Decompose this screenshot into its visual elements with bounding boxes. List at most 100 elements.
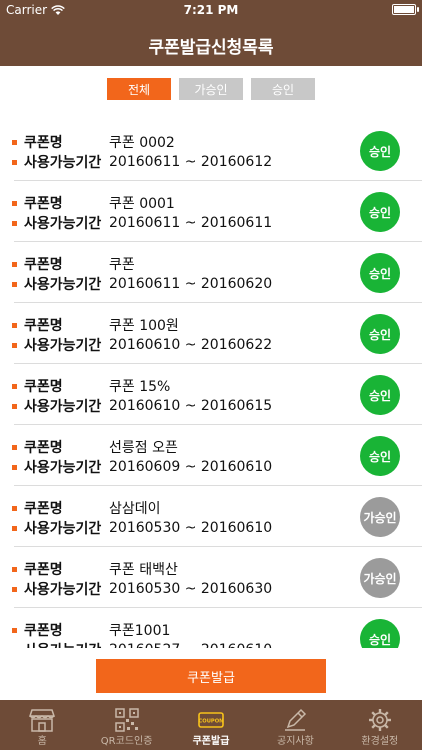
bullet-marker — [12, 322, 17, 328]
coupon-period-label: 사용가능기간 — [24, 277, 102, 293]
coupon-period-label: 사용가능기간 — [24, 338, 102, 354]
bullet-marker — [12, 159, 17, 165]
tab-qr-auth[interactable]: QR코드인증 — [84, 700, 168, 750]
coupon-name-label: 쿠폰명 — [24, 562, 63, 578]
coupon-name-label: 쿠폰명 — [24, 196, 63, 212]
coupon-period-line: 사용가능기간 20160610 ~ 20160615 — [0, 396, 360, 416]
coupon-period-line: 사용가능기간 20160610 ~ 20160622 — [0, 335, 360, 355]
status-badge[interactable]: 승인 — [360, 436, 400, 476]
coupon-period-value: 20160609 ~ 20160610 — [109, 459, 273, 475]
status-badge[interactable]: 승인 — [360, 375, 400, 415]
coupon-period-value: 20160530 ~ 20160630 — [109, 581, 273, 597]
status-time: 7:21 PM — [183, 3, 239, 17]
tab-notice[interactable]: 공지사항 — [253, 700, 337, 750]
bullet-marker — [12, 505, 17, 511]
coupon-row[interactable]: 쿠폰명 쿠폰1001 사용가능기간 20160527 ~ 20160610 승인 — [0, 608, 422, 648]
coupon-icon-text: COUPON — [199, 719, 224, 725]
filter-approved-button[interactable]: 승인 — [251, 78, 315, 100]
bullet-marker — [12, 261, 17, 267]
coupon-list[interactable]: 쿠폰명 쿠폰 0002 사용가능기간 20160611 ~ 20160612 승인 쿠폰명… — [0, 120, 422, 648]
coupon-row[interactable]: 쿠폰명 쿠폰 0001 사용가능기간 20160611 ~ 20160611 승인 — [0, 181, 422, 242]
coupon-name-value: 쿠폰1001 — [109, 623, 171, 639]
tab-qr-auth-label: QR코드인증 — [100, 736, 153, 747]
bullet-marker — [12, 139, 17, 145]
coupon-name-line: 쿠폰명 쿠폰 15% — [0, 376, 360, 396]
coupon-row[interactable]: 쿠폰명 선릉점 오픈사용가능기간 20160609 ~ 20160610 승인 — [0, 425, 422, 486]
coupon-name-label: 쿠폰명 — [24, 257, 63, 273]
gear-icon — [368, 709, 391, 731]
coupon-period-value: 20160611 ~ 20160620 — [109, 276, 273, 292]
coupon-period-value: 20160610 ~ 20160622 — [109, 337, 273, 353]
status-badge[interactable]: 승인 — [360, 619, 400, 648]
bullet-marker — [12, 464, 17, 470]
tab-settings[interactable]: 환경설정 — [338, 700, 422, 750]
qr-code-icon — [114, 708, 139, 732]
coupon-period-line: 사용가능기간 20160530 ~ 20160610 — [0, 518, 360, 538]
coupon-period-value: 20160611 ~ 20160612 — [109, 154, 273, 170]
bullet-marker — [12, 200, 17, 206]
coupon-row[interactable]: 쿠폰명 삼삼데이사용가능기간 20160530 ~ 20160610 가승인 — [0, 486, 422, 547]
status-badge[interactable]: 승인 — [360, 253, 400, 293]
coupon-name-value: 쿠폰 0002 — [109, 135, 175, 151]
app-header: Carrier 7:21 PM 쿠폰발급신청목록 — [0, 0, 422, 66]
coupon-period-label: 사용가능기간 — [24, 640, 101, 648]
coupon-name-value: 쿠폰 15% — [109, 379, 171, 395]
coupon-row[interactable]: 쿠폰명 쿠폰 15% 사용가능기간 20160610 ~ 20160615 승인 — [0, 364, 422, 425]
coupon-period-label: 사용가능기간 — [24, 582, 102, 598]
status-badge[interactable]: 승인 — [360, 131, 400, 171]
coupon-row[interactable]: 쿠폰명 쿠폰 100원 사용가능기간 20160610 ~ 20160622 승인 — [0, 303, 422, 364]
coupon-name-value: 쿠폰 — [109, 257, 135, 273]
bullet-marker — [12, 383, 17, 389]
tab-settings-label: 환경설정 — [361, 736, 399, 747]
store-icon — [29, 709, 56, 732]
coupon-period-label: 사용가능기간 — [24, 521, 102, 537]
coupon-period-value: 20160530 ~ 20160610 — [109, 520, 273, 536]
bullet-marker — [12, 525, 17, 531]
coupon-period-label: 사용가능기간 — [24, 460, 102, 476]
status-badge[interactable]: 가승인 — [360, 497, 400, 537]
coupon-name-line: 쿠폰명 쿠폰 0002 — [0, 132, 360, 152]
coupon-period-label: 사용가능기간 — [24, 216, 102, 232]
bullet-marker — [12, 586, 17, 592]
bullet-marker — [12, 342, 17, 348]
coupon-name-line: 쿠폰명 쿠폰 태백산 — [0, 559, 360, 579]
status-bar: Carrier 7:21 PM — [0, 0, 422, 22]
bullet-marker — [12, 403, 17, 409]
coupon-name-line: 쿠폰명 쿠폰1001 — [0, 620, 360, 640]
bullet-marker — [12, 627, 17, 633]
coupon-name-line: 쿠폰명 삼삼데이 — [0, 498, 360, 518]
status-badge[interactable]: 승인 — [360, 192, 400, 232]
coupon-name-line: 쿠폰명 쿠폰 — [0, 254, 360, 274]
coupon-name-value: 쿠폰 100원 — [109, 318, 179, 334]
coupon-name-label: 쿠폰명 — [24, 501, 63, 517]
status-badge[interactable]: 가승인 — [360, 558, 400, 598]
coupon-period-value: 20160527 ~ 20160610 — [109, 642, 272, 648]
filter-all-button[interactable]: 전체 — [107, 78, 171, 100]
coupon-name-label: 쿠폰명 — [24, 440, 63, 456]
tab-home[interactable]: 홈 — [0, 700, 84, 750]
issue-bar: 쿠폰발급 — [0, 650, 422, 700]
battery-icon — [392, 4, 419, 15]
coupon-period-value: 20160610 ~ 20160615 — [109, 398, 273, 414]
bullet-marker — [12, 566, 17, 572]
coupon-name-line: 쿠폰명 쿠폰 0001 — [0, 193, 360, 213]
pencil-icon — [285, 708, 307, 731]
coupon-period-line: 사용가능기간 20160527 ~ 20160610 — [0, 640, 360, 648]
coupon-period-value: 20160611 ~ 20160611 — [109, 215, 273, 231]
tab-home-label: 홈 — [37, 736, 47, 747]
status-badge[interactable]: 승인 — [360, 314, 400, 354]
bullet-marker — [12, 647, 17, 648]
coupon-name-label: 쿠폰명 — [24, 135, 63, 151]
filter-pending-button[interactable]: 가승인 — [179, 78, 243, 100]
issue-coupon-button[interactable]: 쿠폰발급 — [96, 659, 326, 693]
coupon-row[interactable]: 쿠폰명 쿠폰사용가능기간 20160611 ~ 20160620 승인 — [0, 242, 422, 303]
coupon-row[interactable]: 쿠폰명 쿠폰 태백산사용가능기간 20160530 ~ 20160630 가승인 — [0, 547, 422, 608]
status-filter-tabs: 전체 가승인 승인 — [0, 78, 422, 102]
coupon-row[interactable]: 쿠폰명 쿠폰 0002 사용가능기간 20160611 ~ 20160612 승인 — [0, 120, 422, 181]
coupon-name-label: 쿠폰명 — [24, 623, 63, 639]
coupon-period-line: 사용가능기간 20160611 ~ 20160620 — [0, 274, 360, 294]
bullet-marker — [12, 220, 17, 226]
coupon-name-line: 쿠폰명 선릉점 오픈 — [0, 437, 360, 457]
coupon-icon: COUPON — [198, 712, 224, 728]
tab-coupon-issue[interactable]: COUPON 쿠폰발급 — [169, 700, 253, 750]
